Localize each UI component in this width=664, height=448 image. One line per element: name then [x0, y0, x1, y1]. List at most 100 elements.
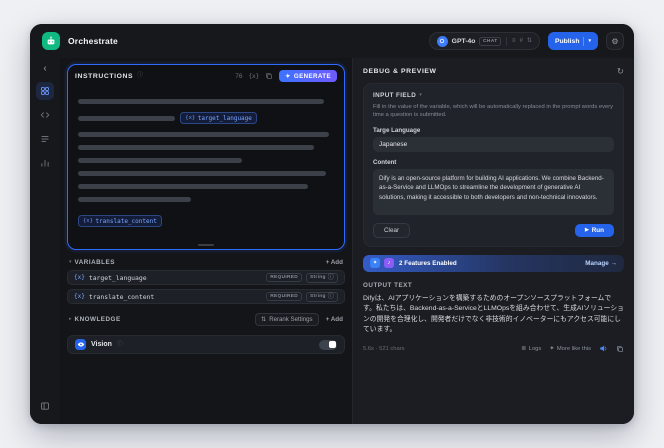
app-icon: [42, 32, 60, 50]
sparkle-icon: ✦: [285, 72, 291, 80]
skeleton-line: [78, 99, 324, 104]
skeleton-line: [78, 171, 327, 176]
content-field-label: Content: [373, 158, 397, 166]
sidebar-item-orchestrate[interactable]: [36, 82, 54, 100]
debug-title: DEBUG & PREVIEW: [363, 67, 437, 75]
rerank-icon: ⇅: [261, 316, 267, 323]
knowledge-title: KNOWLEDGE: [74, 316, 121, 323]
panel-icon: [41, 402, 49, 410]
variable-icon: {x}: [185, 115, 196, 121]
variable-icon: {x}: [74, 274, 85, 281]
variables-title: VARIABLES: [74, 259, 115, 266]
toggle-knob: [328, 341, 336, 348]
generate-button[interactable]: ✦ GENERATE: [279, 70, 337, 82]
skeleton-line: [78, 115, 176, 121]
chart-icon: [41, 160, 49, 167]
sidebar-item-monitoring[interactable]: [36, 154, 54, 172]
language-field-label: Targe Language: [373, 126, 421, 134]
vision-toggle[interactable]: [319, 339, 337, 350]
token-count: 76: [235, 72, 243, 80]
vision-label: Vision: [91, 341, 112, 348]
sidebar-item-api-access[interactable]: [36, 106, 54, 124]
type-badge: String ⓘ: [306, 291, 338, 302]
more-like-this-button[interactable]: ✦ More like this: [549, 346, 591, 352]
info-icon[interactable]: ⓘ: [137, 73, 143, 79]
features-enabled-text: 2 Features Enabled: [399, 259, 457, 267]
manage-features-link[interactable]: Manage →: [585, 260, 617, 267]
variable-icon: {x}: [83, 218, 93, 224]
orchestrate-canvas: INSTRUCTIONS ⓘ 76 {x} ✦ GENERATE {x} tar…: [60, 58, 352, 424]
instructions-title: INSTRUCTIONS: [75, 72, 134, 80]
stars-icon: ✦: [549, 345, 555, 352]
list-icon: [41, 136, 49, 142]
model-mode-badge: CHAT: [479, 36, 502, 46]
variable-icon: {x}: [74, 293, 85, 300]
topbar: Orchestrate GPT-4o CHAT ≡ # ⇅ Publish ▾ …: [30, 24, 634, 58]
variable-row-target-language[interactable]: {x} target_language REQUIRED String ⓘ: [67, 270, 345, 285]
model-selector[interactable]: GPT-4o CHAT ≡ # ⇅: [428, 32, 540, 50]
debug-preview-panel: DEBUG & PREVIEW ↻ INPUT FIELD ▾ Fill in …: [352, 58, 634, 424]
variable-row-translate-content[interactable]: {x} translate_content REQUIRED String ⓘ: [67, 289, 345, 304]
knowledge-header: ▸ KNOWLEDGE ⇅ Rerank Settings + Add: [67, 313, 345, 326]
divider: [583, 36, 585, 46]
chevron-down-icon: ▾: [419, 91, 422, 98]
input-field-card: INPUT FIELD ▾ Fill in the value of the v…: [363, 82, 624, 247]
feature-icon-1: ✦: [370, 258, 380, 269]
vision-icon: [75, 339, 86, 350]
publish-button[interactable]: Publish ▾: [547, 32, 598, 50]
vision-feature-row: Vision ⓘ: [67, 335, 345, 354]
variables-header: ▾ VARIABLES + Add: [67, 259, 345, 266]
skeleton-line: [78, 197, 191, 202]
output-stats: 5.6s · 521 chars: [363, 345, 405, 352]
refresh-icon[interactable]: ↻: [617, 67, 624, 76]
required-badge: REQUIRED: [266, 292, 303, 301]
content-textarea[interactable]: Dify is an open-source platform for buil…: [373, 168, 614, 215]
chevron-down-icon[interactable]: ▾: [69, 260, 72, 265]
output-header: OUTPUT TEXT: [363, 282, 624, 289]
skeleton-line: [78, 132, 329, 137]
instructions-header: INSTRUCTIONS ⓘ 76 {x} ✦ GENERATE: [68, 65, 344, 85]
arrow-right-icon: →: [610, 259, 617, 267]
clear-button[interactable]: Clear: [373, 222, 411, 238]
language-select[interactable]: Japanese: [373, 136, 614, 152]
instructions-panel[interactable]: INSTRUCTIONS ⓘ 76 {x} ✦ GENERATE {x} tar…: [67, 64, 345, 250]
output-title: OUTPUT TEXT: [363, 281, 413, 289]
chevron-right-icon[interactable]: ▸: [69, 317, 72, 322]
add-variable-button[interactable]: + Add: [326, 259, 343, 266]
input-field-toggle[interactable]: INPUT FIELD ▾: [373, 92, 614, 99]
resize-handle[interactable]: [198, 243, 214, 246]
required-badge: REQUIRED: [266, 273, 303, 282]
chevron-left-icon: ‹: [43, 63, 47, 74]
model-provider-icon: [436, 35, 448, 47]
variable-chip-target-language[interactable]: {x} target_language: [180, 112, 257, 124]
type-badge: String ⓘ: [306, 272, 338, 283]
insert-variable-icon[interactable]: {x}: [248, 73, 259, 80]
sidebar-item-logs[interactable]: [36, 130, 54, 148]
prompt-editor[interactable]: {x} target_language {x} translate_conten…: [68, 85, 344, 249]
publish-label: Publish: [554, 37, 580, 45]
info-icon: ⓘ: [327, 293, 334, 300]
add-knowledge-button[interactable]: + Add: [326, 316, 343, 323]
code-icon: [40, 112, 50, 118]
app-settings-button[interactable]: ⚙: [606, 32, 624, 50]
copy-icon[interactable]: [616, 345, 624, 353]
generate-label: GENERATE: [293, 72, 331, 80]
logs-button[interactable]: ≣ Logs: [521, 346, 541, 352]
chevron-down-icon: ▾: [588, 38, 591, 44]
back-button[interactable]: ‹: [43, 64, 46, 74]
copy-icon[interactable]: [265, 72, 273, 80]
rerank-settings-button[interactable]: ⇅ Rerank Settings: [255, 313, 319, 326]
page-title: Orchestrate: [68, 36, 118, 46]
divider: [506, 36, 508, 46]
variable-chip-translate-content[interactable]: {x} translate_content: [78, 215, 162, 227]
speaker-icon[interactable]: [599, 344, 608, 353]
topbar-actions: GPT-4o CHAT ≡ # ⇅ Publish ▾ ⚙: [428, 32, 624, 50]
info-icon[interactable]: ⓘ: [117, 342, 123, 348]
run-button[interactable]: ▶ Run: [575, 223, 614, 237]
sidebar-collapse-button[interactable]: [36, 397, 54, 415]
logs-icon: ≣: [521, 345, 527, 352]
skeleton-line: [78, 184, 309, 189]
params-icon: ⇅: [526, 38, 532, 44]
robot-icon: [47, 36, 55, 45]
features-banner: ✦ ♪ 2 Features Enabled Manage →: [363, 254, 624, 272]
